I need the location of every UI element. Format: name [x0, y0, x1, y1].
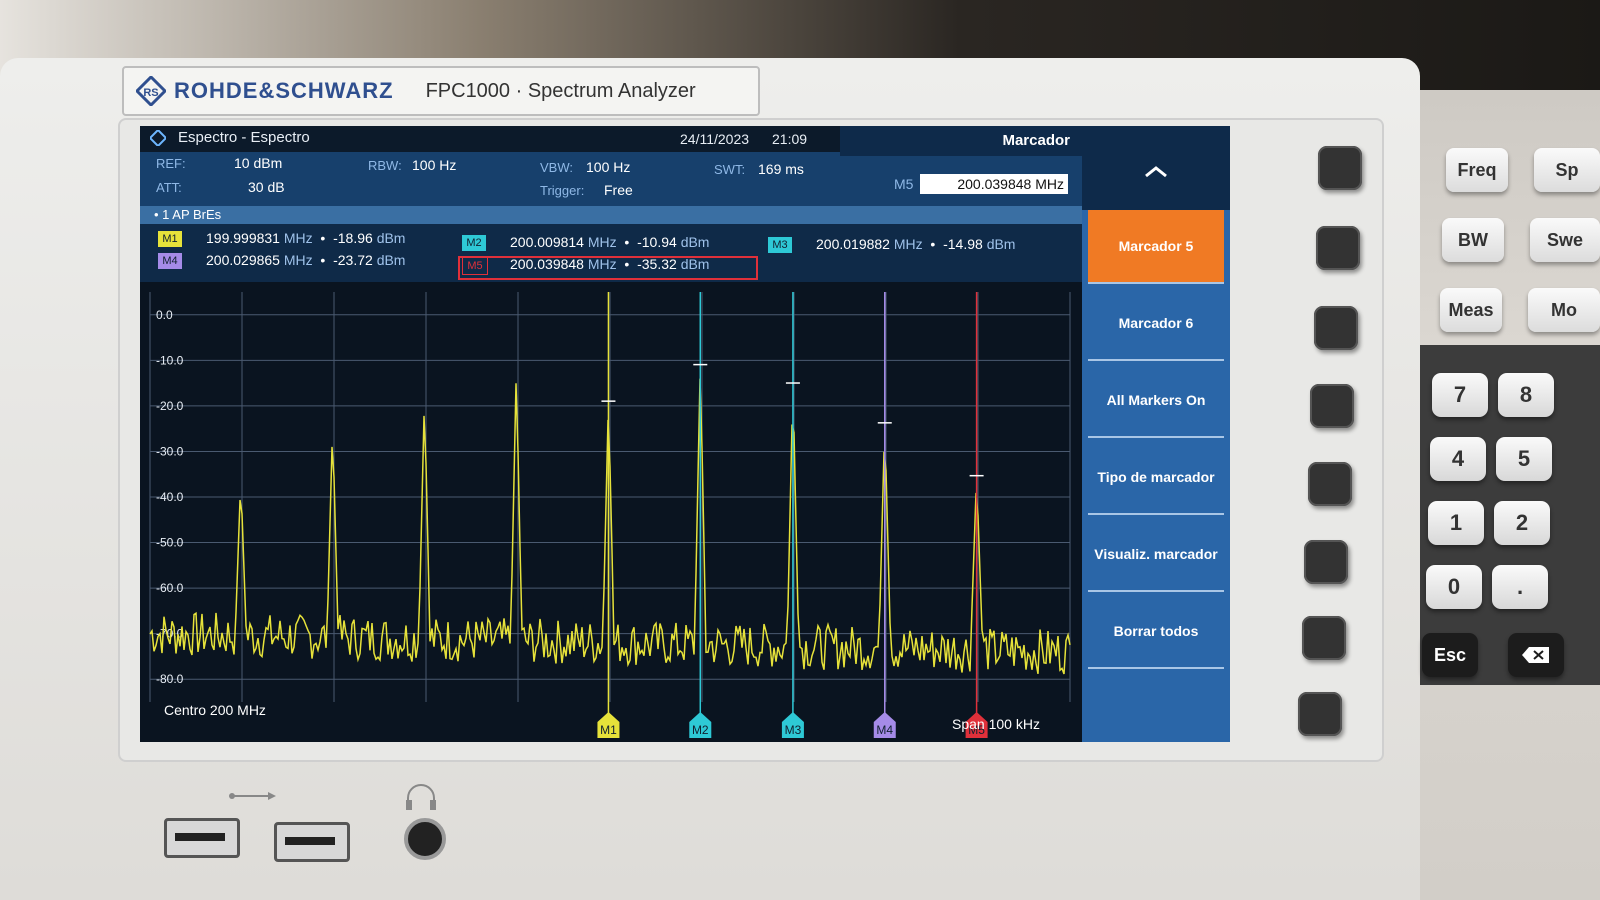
- backspace-icon: [1522, 647, 1549, 663]
- freq-key[interactable]: Freq: [1446, 148, 1508, 192]
- brand-badge: RS ROHDE&SCHWARZ FPC1000 · Spectrum Anal…: [122, 66, 760, 116]
- brand-name: ROHDE&SCHWARZ: [174, 78, 394, 103]
- y-tick-label: -50.0: [156, 536, 184, 550]
- bw-key[interactable]: BW: [1442, 218, 1504, 262]
- softmenu-item-1[interactable]: Marcador 5: [1088, 210, 1224, 284]
- marker-header-text: Marcador: [1002, 132, 1070, 149]
- vbw-label: VBW:: [540, 160, 573, 175]
- marker-flag-label: M4: [876, 723, 893, 737]
- marker-tag-m1[interactable]: M1: [158, 231, 182, 247]
- marker-frequency-input[interactable]: 200.039848 MHz: [920, 174, 1068, 194]
- trace-info-bar: • 1 AP BrEs: [140, 206, 1082, 224]
- mode-key[interactable]: Mo: [1528, 288, 1600, 332]
- key-0[interactable]: 0: [1426, 565, 1482, 609]
- usb-port-2: [274, 822, 350, 862]
- screen-title: Espectro - Espectro: [178, 129, 310, 146]
- softkey-2[interactable]: [1316, 226, 1360, 270]
- ref-label: REF:: [156, 156, 186, 171]
- marker-flag-label: M2: [692, 723, 709, 737]
- rbw-value: 100 Hz: [412, 157, 457, 173]
- marker-flag-label: M3: [785, 723, 802, 737]
- backspace-key[interactable]: [1508, 633, 1564, 677]
- time-readout: 21:09: [772, 131, 808, 147]
- key-7[interactable]: 7: [1432, 373, 1488, 417]
- key-1[interactable]: 1: [1428, 501, 1484, 545]
- softmenu-item-4[interactable]: Tipo de marcador: [1088, 441, 1224, 515]
- softkey-5[interactable]: [1308, 462, 1352, 506]
- date-readout: 24/11/2023: [680, 131, 750, 147]
- headphone-jack: [404, 818, 446, 860]
- marker-field-label: M5: [894, 176, 914, 192]
- rbw-label: RBW:: [368, 158, 402, 173]
- marker-readout-m1: 199.999831 MHz • -18.96 dBm: [206, 230, 406, 246]
- chevron-up-icon: [1145, 166, 1167, 178]
- esc-key[interactable]: Esc: [1422, 633, 1478, 677]
- softkey-1[interactable]: [1318, 146, 1362, 190]
- softkey-3[interactable]: [1314, 306, 1358, 350]
- key-decimal[interactable]: .: [1492, 565, 1548, 609]
- swt-value: 169 ms: [758, 161, 804, 177]
- span-readout: Span 100 kHz: [952, 716, 1040, 732]
- key-5[interactable]: 5: [1496, 437, 1552, 481]
- center-frequency: Centro 200 MHz: [164, 702, 266, 718]
- svg-text:RS: RS: [143, 87, 158, 99]
- soft-menu-up[interactable]: [1082, 126, 1230, 210]
- y-tick-label: -30.0: [156, 444, 184, 458]
- trace-info: • 1 AP BrEs: [154, 207, 222, 222]
- usb-icon: [229, 792, 276, 800]
- softkey-8[interactable]: [1298, 692, 1342, 736]
- key-8[interactable]: 8: [1498, 373, 1554, 417]
- numeric-keypad: 7 8 4 5 1 2 0 . Esc: [1420, 345, 1600, 685]
- marker-flag-label: M1: [600, 723, 617, 737]
- app-diamond-icon: [150, 130, 166, 146]
- y-tick-label: -60.0: [156, 581, 184, 595]
- y-tick-label: -10.0: [156, 353, 184, 367]
- usb-port-1: [164, 818, 240, 858]
- y-tick-label: -80.0: [156, 672, 184, 686]
- att-label: ATT:: [156, 180, 182, 195]
- marker-readout-m4: 200.029865 MHz • -23.72 dBm: [206, 252, 406, 268]
- ref-value: 10 dBm: [234, 155, 283, 171]
- marker-header: Marcador: [840, 126, 1084, 156]
- analyzer-screen: Espectro - Espectro 24/11/2023 21:09 REF…: [140, 126, 1230, 742]
- softkey-6[interactable]: [1304, 540, 1348, 584]
- key-2[interactable]: 2: [1494, 501, 1550, 545]
- marker-tag-m2[interactable]: M2: [462, 235, 486, 251]
- att-value: 30 dB: [248, 179, 285, 195]
- softkey-7[interactable]: [1302, 616, 1346, 660]
- swt-label: SWT:: [714, 162, 746, 177]
- vbw-value: 100 Hz: [586, 159, 631, 175]
- marker-tag-m3[interactable]: M3: [768, 237, 792, 253]
- headphones-icon: [406, 784, 436, 810]
- y-tick-label: 0.0: [156, 308, 173, 322]
- soft-menu: Marcador 5 Marcador 6 All Markers On Tipo d…: [1082, 126, 1230, 742]
- softmenu-item-6[interactable]: Borrar todos: [1088, 595, 1224, 669]
- spectrum-plot: 0.0-10.0-20.0-30.0-40.0-50.0-60.0-70.0-8…: [140, 282, 1082, 742]
- softkey-4[interactable]: [1310, 384, 1354, 428]
- span-key[interactable]: Sp: [1534, 148, 1600, 192]
- softmenu-item-3[interactable]: All Markers On: [1088, 364, 1224, 438]
- rs-logo-icon: RS: [136, 76, 166, 106]
- softmenu-item-5[interactable]: Visualiz. marcador: [1088, 518, 1224, 592]
- meas-key[interactable]: Meas: [1440, 288, 1502, 332]
- sweep-key[interactable]: Swe: [1530, 218, 1600, 262]
- marker-readout-m2: 200.009814 MHz • -10.94 dBm: [510, 234, 710, 250]
- marker-readout-m3: 200.019882 MHz • -14.98 dBm: [816, 236, 1016, 252]
- key-4[interactable]: 4: [1430, 437, 1486, 481]
- marker-tag-m4[interactable]: M4: [158, 253, 182, 269]
- selected-marker-highlight: [458, 256, 758, 280]
- y-tick-label: -40.0: [156, 490, 184, 504]
- trigger-label: Trigger:: [540, 183, 585, 198]
- y-tick-label: -20.0: [156, 399, 184, 413]
- trigger-value: Free: [604, 182, 633, 198]
- softmenu-item-2[interactable]: Marcador 6: [1088, 287, 1224, 361]
- model-name: FPC1000 · Spectrum Analyzer: [425, 79, 696, 102]
